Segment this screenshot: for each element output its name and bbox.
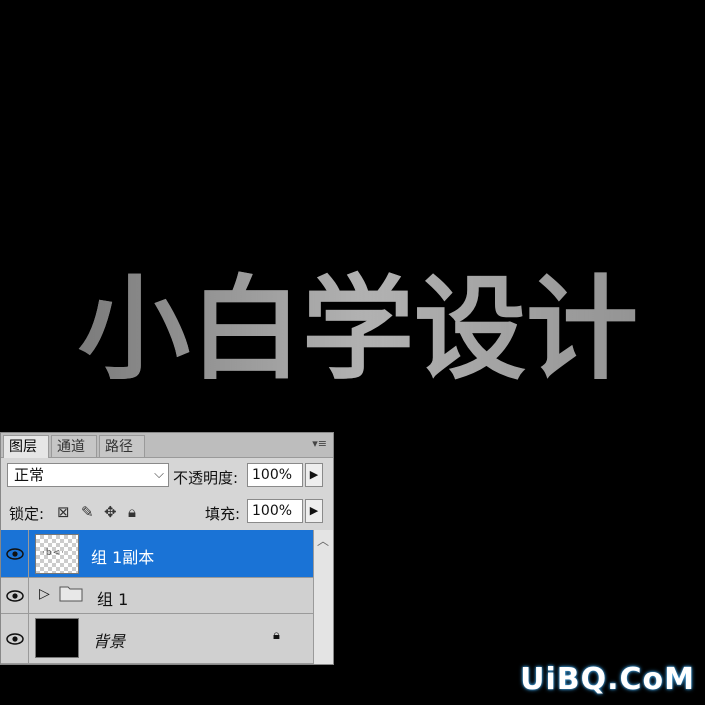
layer-name[interactable]: 组 1副本 (91, 544, 154, 568)
layer-group-copy[interactable]: ·b<· 组 1副本 (1, 530, 313, 578)
visibility-eye-icon[interactable] (1, 614, 29, 663)
tab-paths[interactable]: 路径 (99, 435, 145, 457)
blend-mode-value: 正常 (14, 466, 45, 484)
blend-mode-select[interactable]: 正常 ⌵ (7, 463, 169, 487)
expand-triangle-icon[interactable]: ▷ (39, 586, 50, 602)
opacity-slider-button[interactable]: ▶ (305, 463, 323, 487)
tab-channels[interactable]: 通道 (51, 435, 97, 457)
opacity-label: 不透明度: (173, 469, 239, 487)
folder-icon (59, 584, 83, 606)
lock-label: 锁定: (9, 505, 45, 523)
layer-background[interactable]: 背景 🔒︎ (1, 614, 313, 664)
tab-layers[interactable]: 图层 (3, 435, 49, 458)
scroll-up-icon[interactable]: ︿ (317, 532, 329, 549)
panel-menu-icon[interactable]: ▾≡ (312, 437, 327, 450)
lock-move-icon[interactable]: ✥ (104, 503, 117, 521)
layer-name[interactable]: 背景 (93, 628, 125, 652)
lock-row: 锁定: ⊠ ✎ ✥ 🔒︎ 填充: 100% ▶ (1, 494, 333, 531)
title-glyphs-reflection: 小白学设计 (78, 265, 638, 395)
layer-thumbnail: ·b<· (35, 534, 79, 574)
visibility-eye-icon[interactable] (1, 578, 29, 613)
layers-scrollbar[interactable]: ︿ (313, 530, 333, 664)
opacity-input[interactable]: 100% (247, 463, 303, 487)
layers-panel: 图层 通道 路径 ▾≡ 正常 ⌵ 不透明度: 100% ▶ 锁定: ⊠ ✎ ✥ … (0, 432, 334, 665)
fill-slider-button[interactable]: ▶ (305, 499, 323, 523)
layer-name[interactable]: 组 1 (97, 586, 128, 610)
fill-label: 填充: (205, 505, 241, 523)
layer-group[interactable]: ▷ 组 1 (1, 578, 313, 614)
blend-row: 正常 ⌵ 不透明度: 100% ▶ (1, 458, 333, 494)
document-canvas[interactable]: 小白学设计 小白学设计 UiBQ.CoM 图层 通道 路径 ▾≡ 正常 ⌵ 不透… (0, 0, 705, 705)
fill-input[interactable]: 100% (247, 499, 303, 523)
panel-tabs: 图层 通道 路径 ▾≡ (1, 433, 333, 458)
lock-icon: 🔒︎ (273, 628, 280, 643)
art-title-text: 小白学设计 小白学设计 (78, 250, 638, 400)
lock-paint-icon[interactable]: ✎ (81, 503, 94, 521)
layers-list: ·b<· 组 1副本 ▷ 组 1 背景 🔒︎ (1, 530, 313, 664)
lock-transparent-icon[interactable]: ⊠ (57, 503, 70, 521)
title-svg: 小白学设计 小白学设计 (78, 265, 638, 395)
lock-all-icon[interactable]: 🔒︎ (128, 503, 136, 521)
thumbnail-art-icon: ·b<· (42, 548, 65, 558)
chevron-down-icon: ⌵ (154, 467, 164, 482)
visibility-eye-icon[interactable] (1, 530, 29, 577)
layer-thumbnail (35, 618, 79, 658)
watermark-text: UiBQ.CoM (520, 662, 695, 697)
